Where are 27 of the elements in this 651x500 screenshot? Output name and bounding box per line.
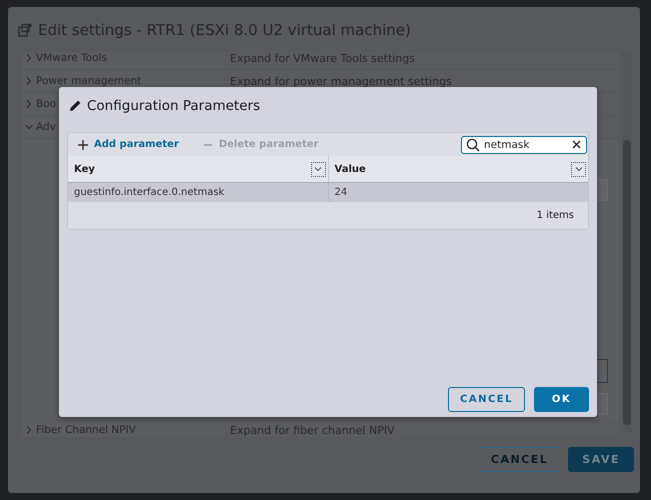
scrollbar[interactable]: [622, 52, 632, 432]
dialog-button[interactable]: OK: [534, 387, 589, 412]
chevron-icon[interactable]: [25, 77, 33, 85]
table-cell: guestinfo.interface.0.netmask: [74, 187, 224, 198]
search-field[interactable]: netmask: [461, 136, 587, 154]
dialog-button[interactable]: CANCEL: [478, 447, 560, 472]
toolbar-button[interactable]: Add parameter: [78, 139, 179, 150]
chevron-icon[interactable]: [25, 54, 33, 62]
chevron-icon[interactable]: [25, 123, 33, 131]
chevron-down-icon: [314, 166, 322, 172]
column-filter-button[interactable]: [571, 162, 586, 176]
table-cell: 24: [334, 187, 348, 198]
item-count: 1 items: [536, 210, 574, 221]
vm-settings-icon: [18, 22, 32, 36]
chevron-icon[interactable]: [25, 100, 33, 108]
pencil-icon: [69, 99, 82, 112]
chevron-icon[interactable]: [25, 426, 33, 434]
dialog-button[interactable]: SAVE: [568, 447, 634, 472]
search-icon: [466, 138, 480, 152]
chevron-down-icon: [574, 166, 582, 172]
close-icon[interactable]: [572, 140, 581, 149]
plus-icon: [78, 140, 88, 150]
dialog-button[interactable]: CANCEL: [448, 387, 525, 412]
column-header: Value: [334, 164, 366, 174]
column-header: Key: [74, 164, 95, 174]
column-filter-button[interactable]: [310, 162, 326, 176]
dialog-title: Configuration Parameters: [87, 98, 260, 114]
